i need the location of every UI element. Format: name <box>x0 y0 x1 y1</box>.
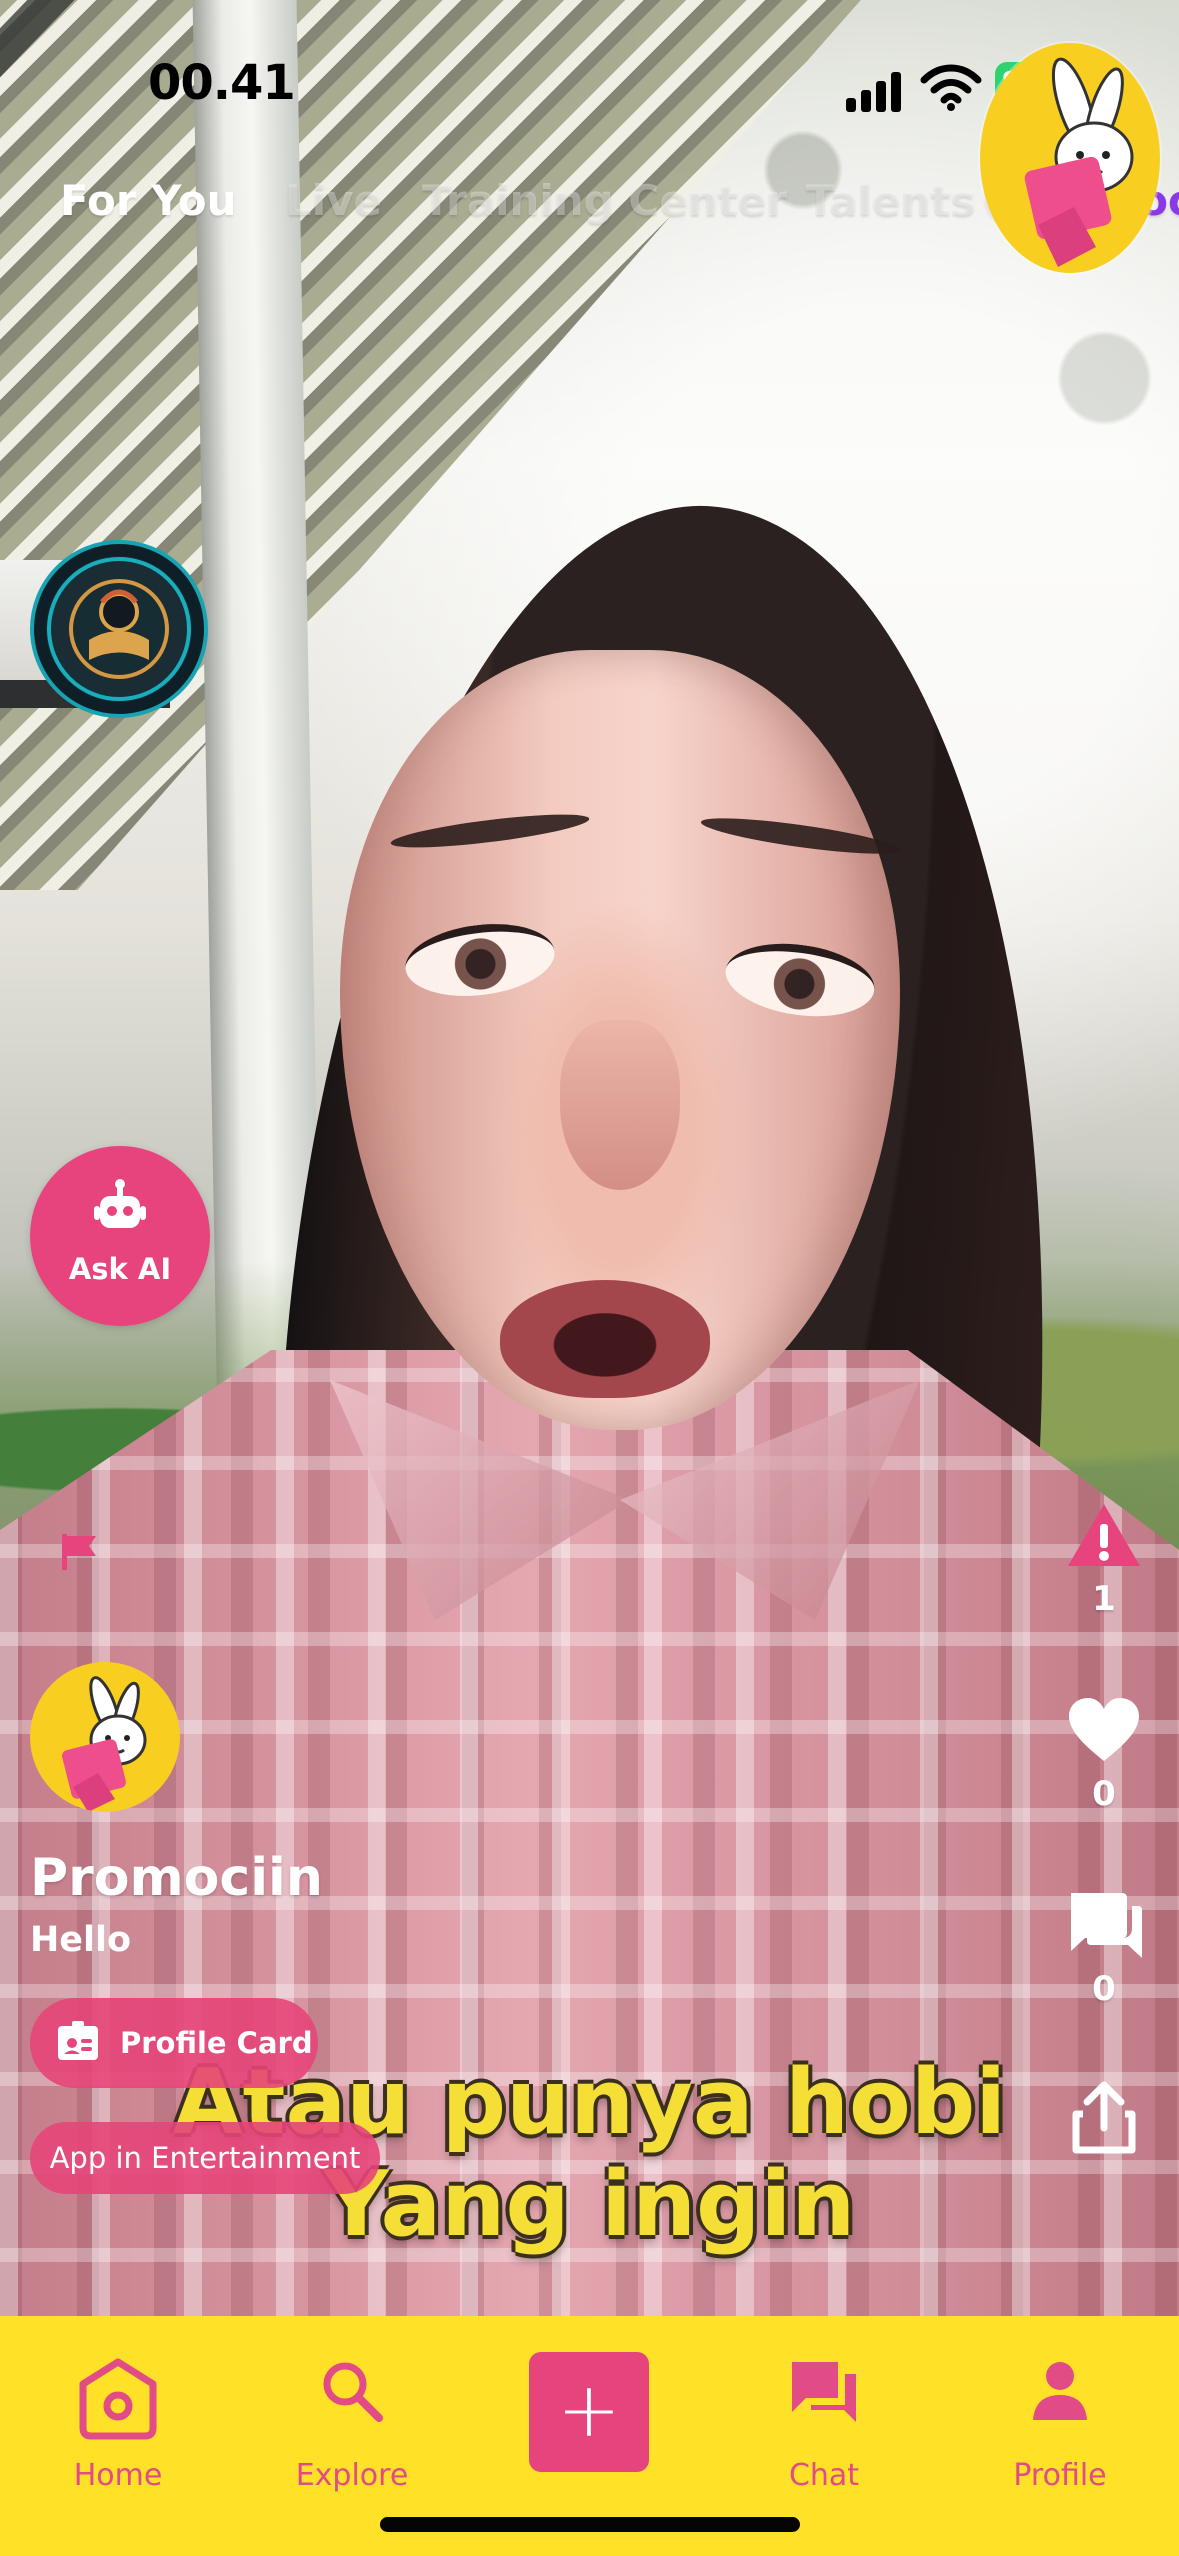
warning-action[interactable]: 1 <box>1054 1500 1154 1619</box>
profile-card-button[interactable]: Profile Card <box>30 1998 318 2088</box>
status-time: 00.41 <box>148 55 296 111</box>
nav-profile[interactable]: Profile <box>970 2316 1150 2556</box>
ask-ai-button[interactable]: Ask AI <box>30 1146 210 1326</box>
creator-name: Promociin <box>30 1848 323 1908</box>
comment-icon <box>1071 1893 1142 1958</box>
like-count: 0 <box>1092 1774 1116 1814</box>
plus-icon: + <box>557 2365 621 2454</box>
tab-for-you[interactable]: For You <box>60 176 237 225</box>
raya-digitalisasi-indonesia-logo <box>30 540 208 718</box>
tab-training-center[interactable]: Training Center <box>422 176 787 225</box>
wifi-icon <box>920 64 982 111</box>
creator-subtitle: Hello <box>30 1920 132 1960</box>
robot-icon <box>94 1179 146 1228</box>
home-icon <box>79 2358 157 2440</box>
nav-home-label: Home <box>73 2458 163 2493</box>
comment-count: 0 <box>1092 1969 1116 2009</box>
profile-card-label: Profile Card <box>120 2026 313 2060</box>
promociin-mascot-avatar[interactable] <box>980 43 1160 273</box>
nav-explore-label: Explore <box>295 2458 409 2493</box>
rabbit-mascot-icon <box>62 1676 147 1812</box>
tab-talents[interactable]: Talents <box>806 176 975 225</box>
bottom-navigation: Home Explore + Chat Profile <box>0 2316 1179 2556</box>
comment-action[interactable]: 0 <box>1054 1888 1154 2009</box>
warning-icon <box>1068 1504 1140 1566</box>
creator-avatar[interactable] <box>30 1662 180 1812</box>
report-flag-icon[interactable] <box>58 1530 100 1572</box>
nav-home[interactable]: Home <box>28 2316 208 2556</box>
chat-icon <box>792 2362 856 2422</box>
video-side-actions: 1 0 0 <box>1054 1500 1154 2160</box>
video-feed-screen: 00.41 82 For You Live Training Center Ta… <box>0 0 1179 2556</box>
signal-icon <box>846 70 906 112</box>
like-action[interactable]: 0 <box>1054 1695 1154 1814</box>
ask-ai-label: Ask AI <box>68 1252 172 1286</box>
rabbit-mascot-icon <box>1024 57 1134 267</box>
id-card-icon <box>58 2021 98 2060</box>
share-icon <box>1072 2081 1136 2154</box>
creator-category-pill[interactable]: App in Entertainment <box>30 2122 380 2194</box>
home-indicator <box>380 2517 800 2532</box>
heart-icon <box>1069 1698 1139 1761</box>
share-action[interactable] <box>1054 2080 1154 2162</box>
profile-icon <box>1033 2362 1087 2420</box>
video-person-mouth <box>500 1280 710 1398</box>
create-post-button[interactable]: + <box>529 2352 649 2472</box>
nav-chat-label: Chat <box>788 2458 860 2493</box>
tab-live[interactable]: Live <box>285 176 382 225</box>
rdi-emblem-icon <box>47 557 191 701</box>
nav-profile-label: Profile <box>1013 2458 1107 2493</box>
warning-count: 1 <box>1092 1579 1116 1619</box>
video-person-nose <box>560 1020 680 1190</box>
search-icon <box>323 2362 383 2422</box>
